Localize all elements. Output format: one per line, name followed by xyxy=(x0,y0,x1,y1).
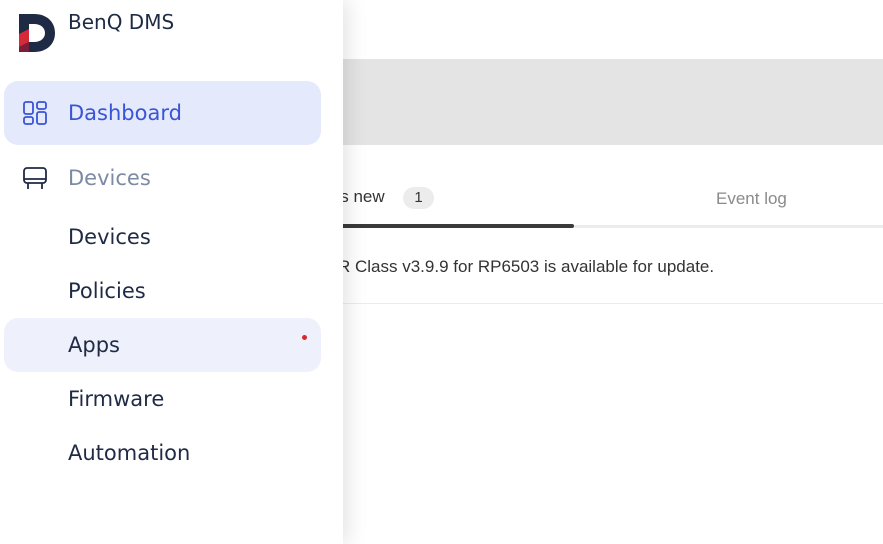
update-notice-row[interactable]: R Class v3.9.9 for RP6503 is available f… xyxy=(338,256,883,304)
tab-active-indicator xyxy=(343,224,574,228)
brand[interactable] xyxy=(16,12,56,54)
sidebar-item-label: Policies xyxy=(68,279,146,303)
sidebar-item-label: Devices xyxy=(68,225,151,249)
sidebar-item-label: Automation xyxy=(68,441,191,465)
notification-dot xyxy=(302,335,307,340)
sidebar-item-label: Apps xyxy=(68,333,120,357)
dashboard-grid-icon xyxy=(23,101,47,125)
sidebar-item-label: Firmware xyxy=(68,387,165,411)
sidebar-item-automation[interactable]: Automation xyxy=(4,426,321,480)
sidebar-item-devices[interactable]: Devices xyxy=(4,210,321,264)
sidebar-item-label: Dashboard xyxy=(68,101,182,125)
sidebar-item-dashboard[interactable]: Dashboard xyxy=(4,81,321,145)
benq-logo-icon xyxy=(19,14,55,52)
sidebar-item-apps[interactable]: Apps xyxy=(4,318,321,372)
sidebar: BenQ DMS Dashboard Devices Devices Polic… xyxy=(0,0,343,544)
header-banner xyxy=(343,59,883,145)
sidebar-group-devices[interactable]: Devices xyxy=(4,148,321,208)
update-notice-text: R Class v3.9.9 for RP6503 is available f… xyxy=(338,257,715,276)
tab-event-log[interactable]: Event log xyxy=(716,189,787,209)
app-name: BenQ DMS xyxy=(68,10,175,34)
sidebar-item-policies[interactable]: Policies xyxy=(4,264,321,318)
tab-whats-new-label: 's new xyxy=(343,187,385,206)
sidebar-group-label: Devices xyxy=(68,166,151,190)
sidebar-item-firmware[interactable]: Firmware xyxy=(4,372,321,426)
display-stand-icon xyxy=(23,167,47,189)
tab-bar: 's new 1 Event log xyxy=(343,176,883,230)
whats-new-count-badge: 1 xyxy=(403,187,434,209)
